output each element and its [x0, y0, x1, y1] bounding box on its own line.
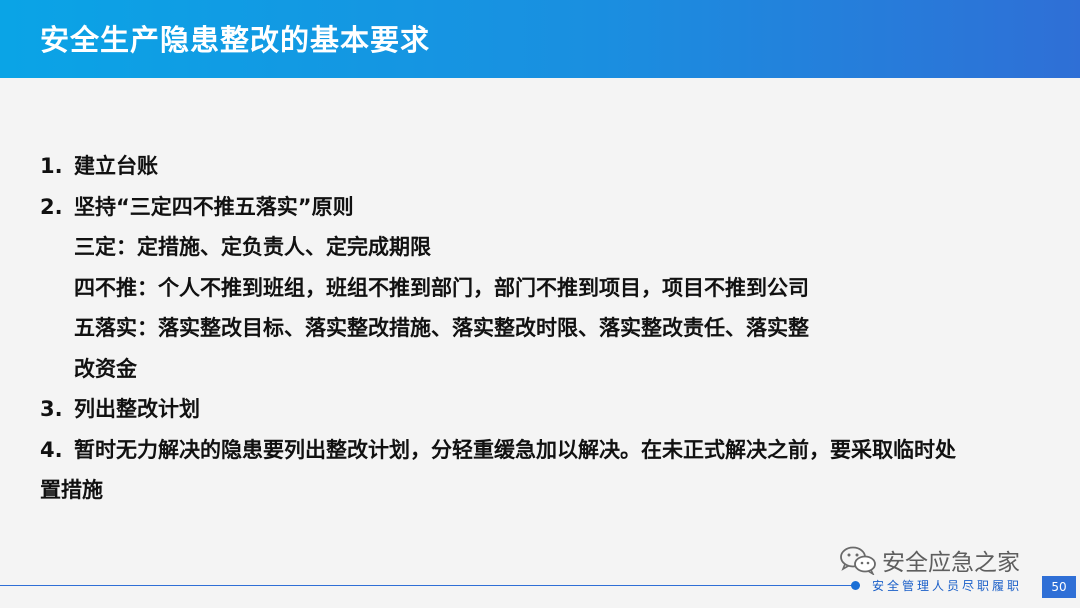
sub-item-wu-luo-shi-cont: 改资金 — [74, 356, 137, 381]
watermark-text: 安全应急之家 — [882, 550, 1020, 576]
list-number: 3. — [40, 397, 63, 421]
watermark: 安全应急之家 — [838, 545, 1020, 576]
list-text: 坚持“三定四不推五落实”原则 — [74, 194, 354, 219]
list-item-2: 2. 坚持“三定四不推五落实”原则 — [40, 187, 1040, 228]
content-list: 1. 建立台账 2. 坚持“三定四不推五落实”原则 三定：定措施、定负责人、定完成期… — [40, 146, 1040, 511]
list-number: 4. — [40, 437, 63, 462]
wechat-icon — [840, 546, 876, 575]
sub-item-wu-luo-shi: 五落实：落实整改目标、落实整改措施、落实整改时限、落实整改责任、落实整 — [74, 316, 809, 340]
sub-item-si-bu-tui: 四不推：个人不推到班组，班组不推到部门，部门不推到项目，项目不推到公司 — [74, 275, 809, 300]
page-number: 50 — [1042, 576, 1076, 598]
list-item-4-cont: 置措施 — [40, 478, 103, 502]
list-item-3: 3. 列出整改计划 — [40, 389, 1040, 430]
slide-title: 安全生产隐患整改的基本要求 — [40, 23, 431, 57]
footer-text: 安全管理人员尽职履职 — [872, 579, 1023, 593]
footer-divider — [0, 585, 860, 586]
list-item-1: 1. 建立台账 — [40, 146, 1040, 187]
list-text: 建立台账 — [74, 154, 158, 178]
slide: 安全生产隐患整改的基本要求 1. 建立台账 2. 坚持“三定四不推五落实”原则 三定… — [0, 0, 1080, 608]
sub-item-san-ding: 三定：定措施、定负责人、定完成期限 — [74, 235, 431, 259]
footer-dot — [851, 581, 860, 590]
list-number: 1. — [40, 154, 63, 178]
list-text: 暂时无力解决的隐患要列出整改计划，分轻重缓急加以解决。在未正式解决之前，要采取临… — [74, 437, 956, 462]
list-number: 2. — [40, 194, 63, 219]
list-text: 列出整改计划 — [74, 397, 200, 421]
header-bar: 安全生产隐患整改的基本要求 — [0, 0, 1080, 78]
list-item-4: 4. 暂时无力解决的隐患要列出整改计划，分轻重缓急加以解决。在未正式解决之前，要采… — [40, 430, 1040, 471]
